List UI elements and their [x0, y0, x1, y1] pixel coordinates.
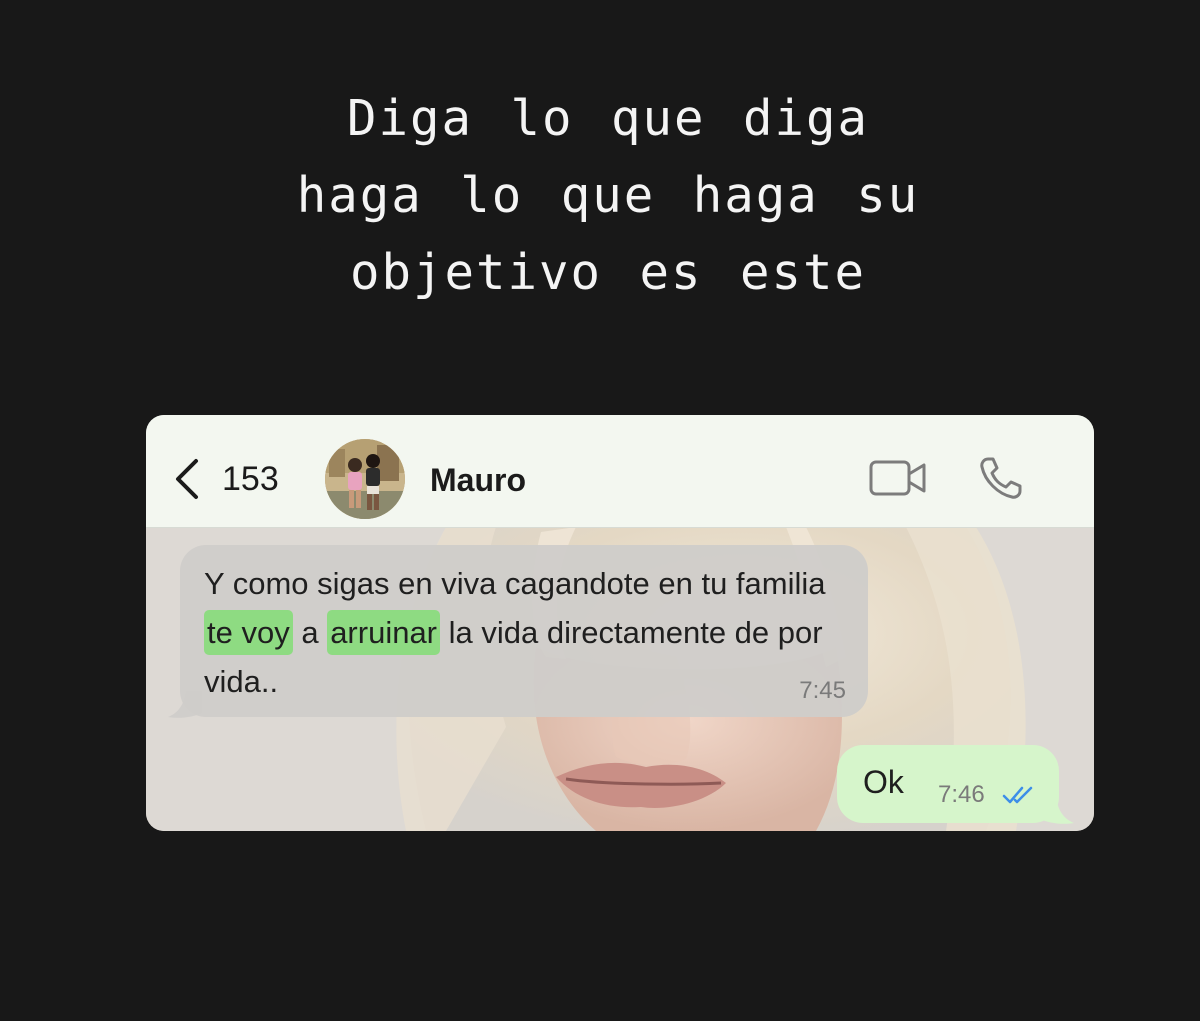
incoming-bubble-tail [168, 691, 202, 718]
outgoing-message-text: Ok [863, 764, 904, 800]
highlighted-phrase: arruinar [327, 610, 441, 655]
incoming-message-bubble[interactable]: Y como sigas en viva cagandote en tu fam… [180, 545, 868, 717]
chat-header: 153 Mauro [146, 415, 1094, 528]
highlighted-phrase: te voy [204, 610, 293, 655]
message-segment: Y como sigas en viva cagandote en tu fam… [204, 566, 826, 601]
double-check-icon [1002, 786, 1033, 804]
incoming-message-time: 7:45 [799, 677, 846, 704]
contact-name[interactable]: Mauro [430, 460, 526, 500]
incoming-message-text: Y como sigas en viva cagandote en tu fam… [204, 559, 854, 706]
back-unread-count[interactable]: 153 [222, 459, 279, 499]
chevron-left-icon[interactable] [172, 457, 202, 501]
headline: Diga lo que diga haga lo que haga su obj… [0, 80, 1200, 311]
chat-screenshot: 153 Mauro Y como sigas en viva cagandote… [146, 415, 1094, 831]
outgoing-message-time: 7:46 [938, 781, 985, 808]
phone-icon[interactable] [978, 455, 1024, 501]
avatar[interactable] [325, 439, 405, 519]
outgoing-bubble-tail [1040, 797, 1074, 824]
outgoing-message-bubble[interactable]: Ok 7:46 [837, 745, 1059, 823]
message-segment: a [292, 615, 328, 650]
headline-line-2: haga lo que haga su [296, 167, 920, 224]
video-camera-icon[interactable] [868, 459, 928, 497]
headline-line-3: objetivo es este [349, 244, 866, 301]
headline-line-1: Diga lo que diga [346, 90, 869, 147]
